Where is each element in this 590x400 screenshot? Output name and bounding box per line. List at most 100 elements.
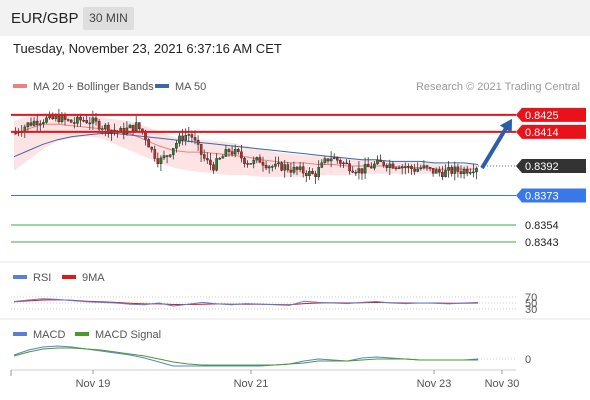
candle xyxy=(209,159,212,165)
candle xyxy=(88,122,92,125)
candle xyxy=(181,135,184,141)
candle xyxy=(153,149,157,159)
candle xyxy=(165,155,169,157)
candle xyxy=(218,157,222,160)
candle xyxy=(29,122,33,126)
candle xyxy=(391,163,395,169)
candle xyxy=(175,143,178,149)
candle xyxy=(45,117,48,123)
candle xyxy=(159,157,163,164)
candle xyxy=(39,123,42,126)
candle xyxy=(252,159,256,165)
price-chart: MA 20 + Bollinger Bands MA 50 Research ©… xyxy=(0,81,590,390)
macd-signal-legend-swatch xyxy=(75,332,89,336)
candle xyxy=(206,158,209,161)
candle xyxy=(351,170,355,173)
candle xyxy=(404,166,407,168)
candle xyxy=(422,165,426,169)
candle xyxy=(187,134,191,136)
candle xyxy=(363,163,367,174)
candle xyxy=(311,170,314,174)
candle xyxy=(394,167,398,170)
candle xyxy=(428,167,432,169)
main-price-layer: 0.8425 0.8414 0.8392 0.8373 0.8354 0.8343 xyxy=(11,107,586,249)
candle xyxy=(82,119,85,122)
candle xyxy=(425,165,429,168)
candle xyxy=(348,163,351,172)
candle xyxy=(168,154,172,157)
macd-signal-legend-label: MACD Signal xyxy=(95,329,161,341)
candle xyxy=(144,131,147,140)
candle xyxy=(249,163,253,165)
bollinger-legend-swatch xyxy=(13,84,27,88)
candle xyxy=(308,170,311,176)
candle xyxy=(431,168,435,174)
candle xyxy=(419,167,423,170)
candle xyxy=(264,164,268,169)
candle xyxy=(103,124,107,129)
rsi-line xyxy=(13,298,479,307)
candle xyxy=(171,148,175,155)
candle xyxy=(97,120,101,130)
candle xyxy=(156,158,160,165)
candle xyxy=(147,139,150,148)
candle xyxy=(277,162,280,165)
candle xyxy=(215,158,218,171)
candle xyxy=(370,166,373,169)
candle xyxy=(379,159,382,163)
candle xyxy=(441,172,444,178)
candle xyxy=(407,166,410,168)
candle xyxy=(317,167,321,177)
x-tick-label: Nov 21 xyxy=(234,378,269,390)
candle xyxy=(212,164,215,171)
candle xyxy=(196,139,200,145)
candle xyxy=(314,173,317,177)
candle xyxy=(456,166,460,172)
candle xyxy=(444,170,447,177)
candle xyxy=(385,165,389,168)
candle xyxy=(193,137,197,141)
candle xyxy=(190,134,194,138)
x-axis: Nov 19 Nov 21 Nov 23 Nov 30 xyxy=(10,370,519,390)
support-price-label: 0.8373 xyxy=(525,191,559,203)
candle xyxy=(339,159,342,164)
ma50-legend-swatch xyxy=(155,84,169,88)
candle xyxy=(376,159,379,165)
candle xyxy=(91,117,95,124)
candle xyxy=(382,161,386,166)
candle xyxy=(332,157,336,159)
candle xyxy=(236,148,240,152)
candle xyxy=(283,164,287,171)
candle xyxy=(326,158,330,162)
candle xyxy=(76,116,79,124)
candle xyxy=(128,124,132,129)
rsi-ma-legend-label: 9MA xyxy=(82,272,105,284)
candle xyxy=(354,171,358,174)
candle xyxy=(435,169,438,174)
candle xyxy=(472,171,475,174)
candle xyxy=(271,166,274,168)
candle xyxy=(60,115,64,122)
candle xyxy=(224,149,228,157)
candle xyxy=(360,168,364,174)
candle xyxy=(63,115,67,120)
candle xyxy=(400,166,404,169)
candle xyxy=(292,166,296,173)
macd-legend-label: MACD xyxy=(33,329,65,341)
candle xyxy=(66,119,70,121)
bollinger-legend-label: MA 20 + Bollinger Bands xyxy=(33,81,154,93)
candle xyxy=(221,156,225,159)
candle xyxy=(301,166,305,174)
candle xyxy=(178,135,181,144)
candle xyxy=(274,163,277,167)
candle xyxy=(255,157,259,161)
candle xyxy=(261,162,265,166)
candle xyxy=(227,149,231,152)
candle xyxy=(85,120,88,124)
candle xyxy=(54,115,58,119)
candle xyxy=(258,157,262,163)
candle xyxy=(366,163,370,168)
candle xyxy=(137,122,141,129)
candle xyxy=(280,162,283,171)
candle xyxy=(447,167,450,171)
